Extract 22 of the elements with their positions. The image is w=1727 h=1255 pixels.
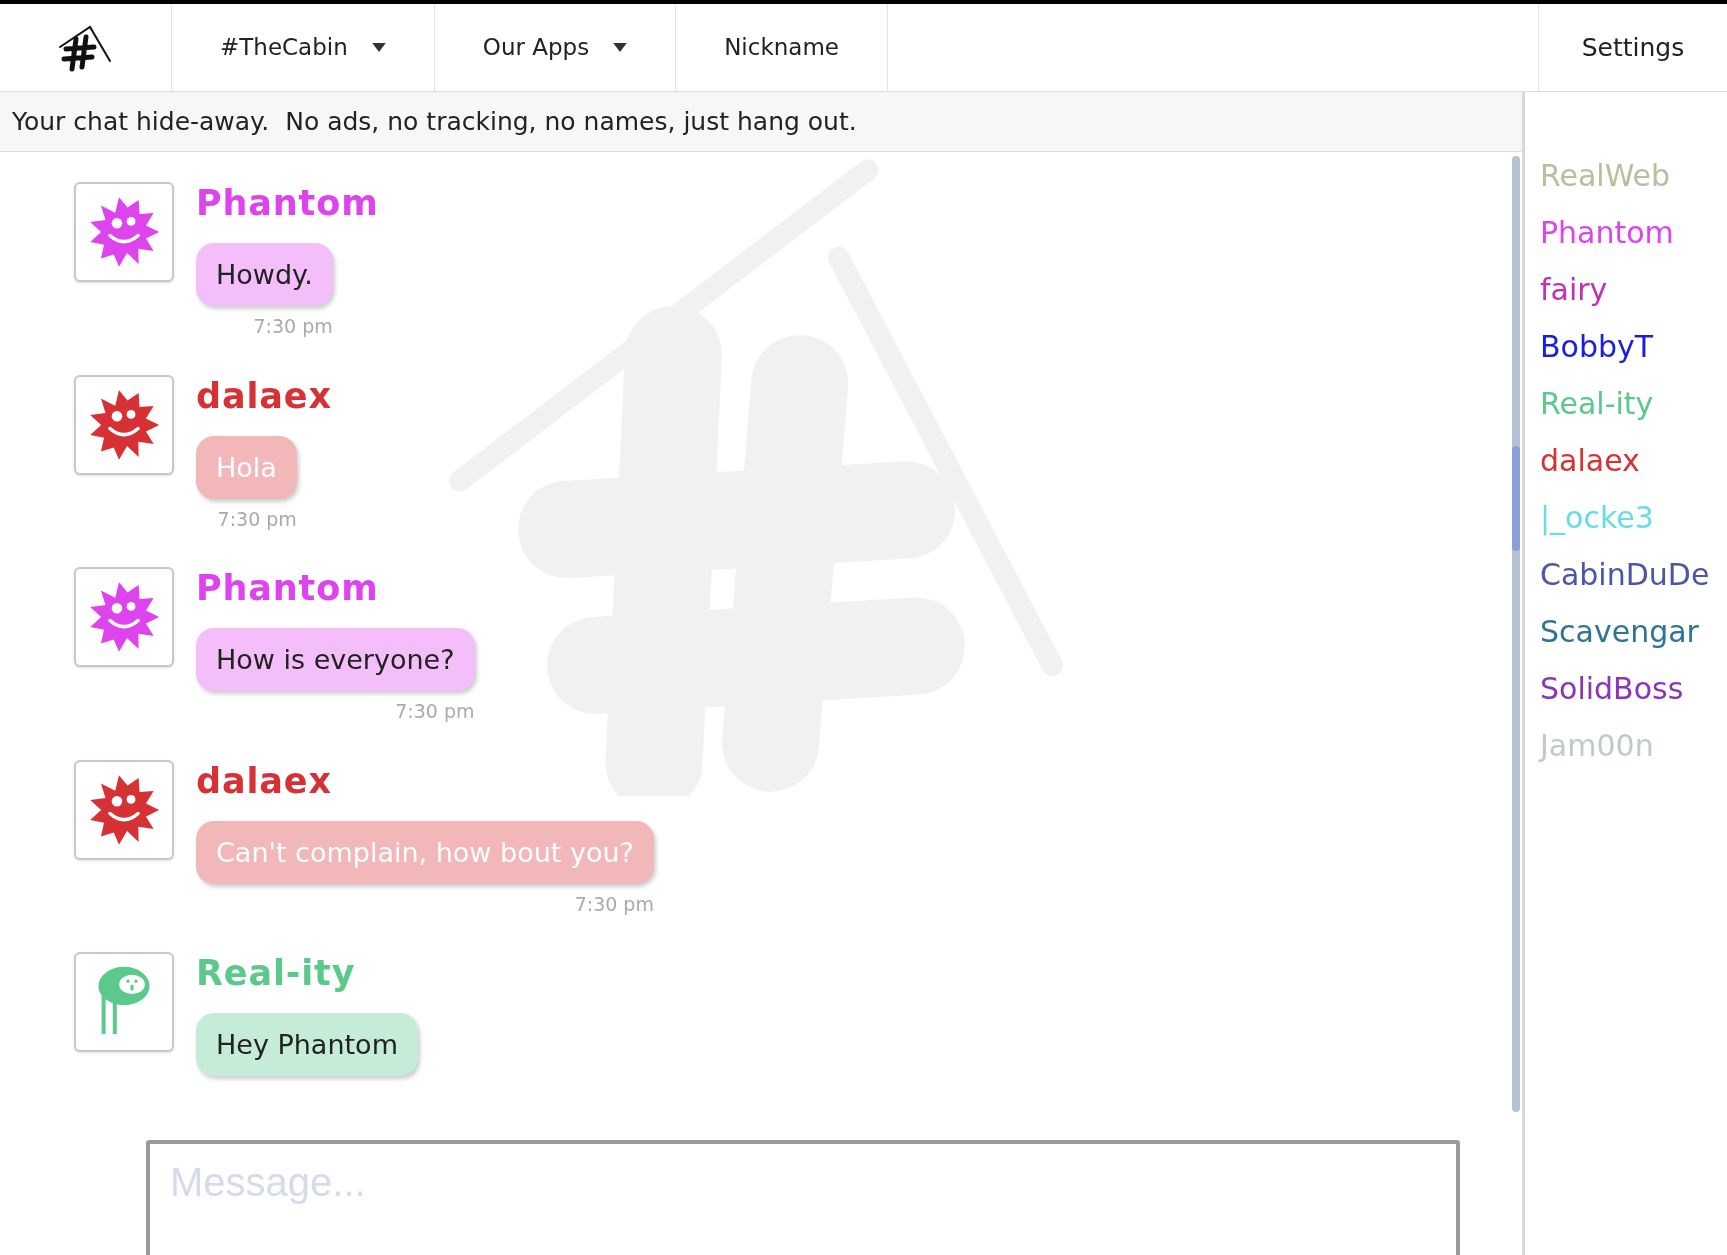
user-list-item[interactable]: fairy bbox=[1540, 272, 1727, 307]
message-author: dalaex bbox=[196, 378, 332, 414]
user-list-item[interactable]: CabinDuDe bbox=[1540, 557, 1727, 592]
message-bubble: How is everyone? bbox=[196, 628, 475, 691]
message-author: Real-ity bbox=[196, 956, 356, 991]
message-author: Phantom bbox=[196, 186, 379, 221]
message-bubble: Can't complain, how bout you? bbox=[196, 820, 654, 884]
message-bubble: Hey Phantom bbox=[196, 1013, 418, 1076]
message-author: Phantom bbox=[196, 571, 379, 606]
message-time: 7:30 pm bbox=[395, 699, 475, 724]
message-author: dalaex bbox=[196, 763, 332, 799]
tagline-text: Your chat hide-away. No ads, no tracking, no names, just hang out. bbox=[12, 105, 857, 138]
user-list-item[interactable]: BobbyT bbox=[1540, 329, 1727, 364]
message-bubble: Howdy. bbox=[196, 243, 333, 306]
message-bubble: Hola bbox=[196, 435, 297, 499]
message-time: 7:30 pm bbox=[217, 506, 297, 532]
user-list-item[interactable]: SolidBoss bbox=[1540, 671, 1727, 706]
message-time: 7:30 pm bbox=[574, 891, 654, 917]
user-list-item[interactable]: Phantom bbox=[1540, 215, 1727, 250]
user-list-item[interactable]: Scavengar bbox=[1540, 614, 1727, 649]
message-time: 7:30 pm bbox=[253, 314, 333, 339]
user-list-item[interactable]: dalaex bbox=[1540, 443, 1727, 478]
